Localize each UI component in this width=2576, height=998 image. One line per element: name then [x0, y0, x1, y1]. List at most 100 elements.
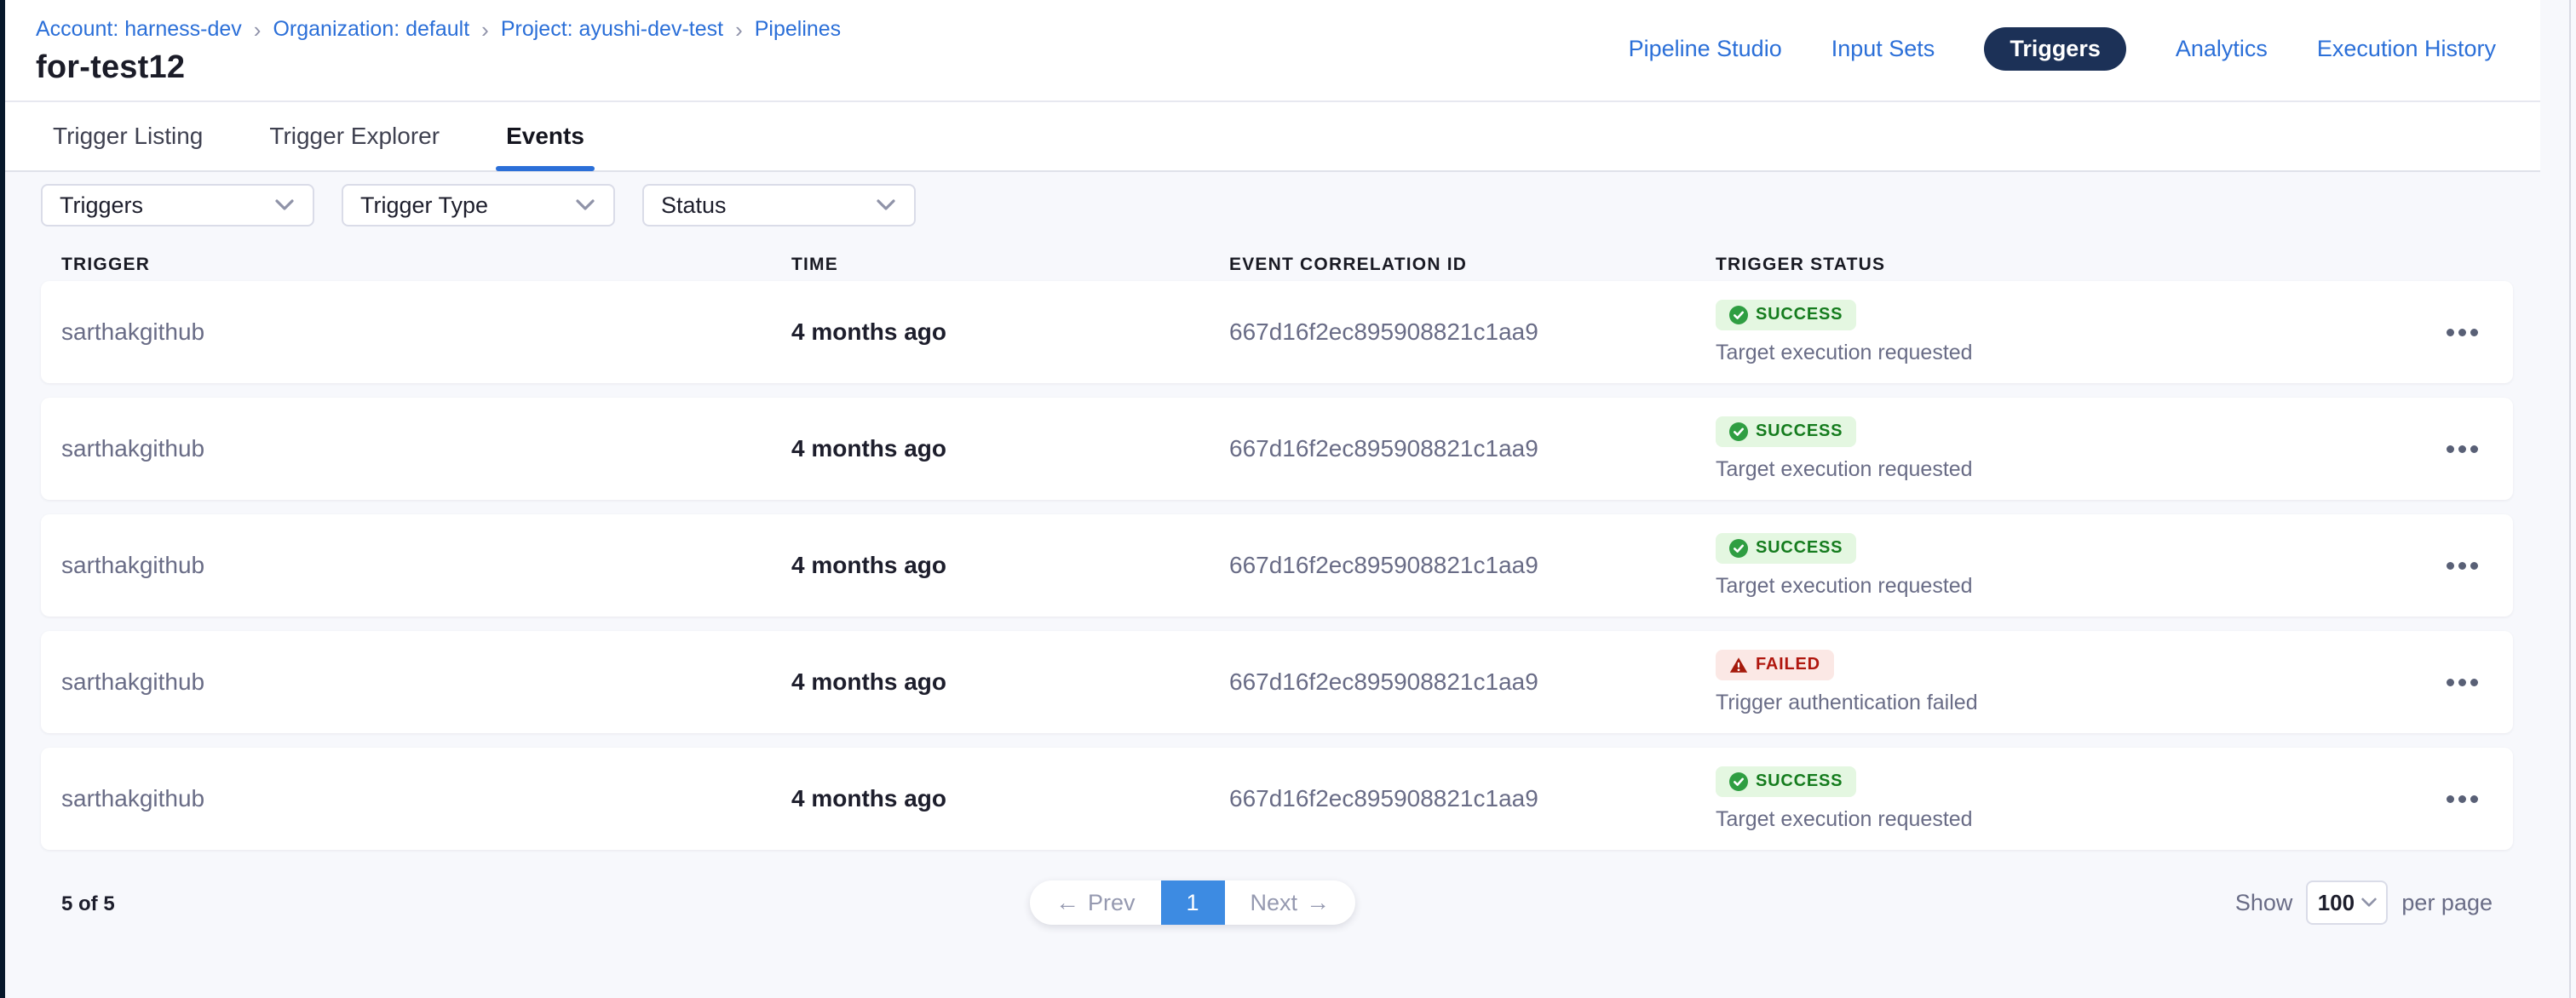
filter-label: Status — [661, 192, 727, 219]
dot — [2470, 329, 2478, 336]
trigger-status-badge: SUCCESS — [1716, 533, 1856, 564]
tab-label: Trigger Listing — [53, 123, 203, 150]
status-message: Trigger authentication failed — [1716, 691, 1978, 715]
row-menu-button[interactable] — [2438, 320, 2487, 345]
check-circle-icon — [1729, 422, 1748, 441]
dot — [2447, 562, 2454, 570]
tab-events[interactable]: Events — [506, 101, 584, 171]
filter-label: Triggers — [60, 192, 143, 219]
trigger-status-badge: SUCCESS — [1716, 300, 1856, 330]
show-label: Show — [2235, 890, 2293, 916]
column-header-trigger: Trigger — [61, 255, 791, 275]
status-message: Target execution requested — [1716, 574, 1973, 599]
next-page-button[interactable]: Next → — [1225, 880, 1356, 925]
event-time: 4 months ago — [791, 668, 1229, 696]
page-size-dropdown[interactable]: 100 — [2306, 880, 2388, 925]
event-time: 4 months ago — [791, 785, 1229, 812]
breadcrumb-organization-link[interactable]: Organization: default — [273, 17, 469, 42]
row-menu-button[interactable] — [2438, 787, 2487, 812]
event-correlation-id: 667d16f2ec895908821c1aa9 — [1229, 785, 1716, 812]
table-row[interactable]: sarthakgithub 4 months ago 667d16f2ec895… — [41, 398, 2513, 500]
table-header-row: Trigger Time Event Correlation Id Trigge… — [41, 249, 2513, 281]
row-menu-button[interactable] — [2438, 553, 2487, 578]
nav-analytics[interactable]: Analytics — [2176, 36, 2268, 62]
nav-execution-history[interactable]: Execution History — [2317, 36, 2496, 62]
nav-input-sets[interactable]: Input Sets — [1831, 36, 1935, 62]
trigger-status-cell: SUCCESS Target execution requested — [1716, 766, 2411, 832]
table-footer: 5 of 5 ← Prev 1 Next → Show 100 — [41, 880, 2513, 928]
page-size-control: Show 100 per page — [2235, 880, 2493, 925]
column-header-time: Time — [791, 255, 1229, 275]
table-row[interactable]: sarthakgithub 4 months ago 667d16f2ec895… — [41, 748, 2513, 850]
breadcrumb-account-link[interactable]: Account: harness-dev — [36, 17, 242, 42]
arrow-left-icon: ← — [1055, 891, 1079, 915]
next-label: Next — [1251, 890, 1298, 916]
collapsed-sidenav-edge — [0, 0, 5, 998]
pagination: ← Prev 1 Next → — [1030, 880, 1355, 925]
nav-triggers[interactable]: Triggers — [1984, 27, 2126, 71]
breadcrumb-pipelines-link[interactable]: Pipelines — [755, 17, 841, 42]
event-time: 4 months ago — [791, 318, 1229, 346]
trigger-status-cell: FAILED Trigger authentication failed — [1716, 650, 2411, 715]
trigger-status-badge: SUCCESS — [1716, 766, 1856, 797]
status-filter-dropdown[interactable]: Status — [642, 184, 916, 227]
per-page-label: per page — [2401, 890, 2493, 916]
row-menu-button[interactable] — [2438, 670, 2487, 695]
trigger-name[interactable]: sarthakgithub — [61, 318, 791, 346]
trigger-name[interactable]: sarthakgithub — [61, 785, 791, 812]
page-size-value: 100 — [2318, 890, 2355, 916]
tab-trigger-explorer[interactable]: Trigger Explorer — [269, 101, 440, 171]
current-page-button[interactable]: 1 — [1161, 880, 1225, 925]
triggers-filter-dropdown[interactable]: Triggers — [41, 184, 314, 227]
filter-label: Trigger Type — [360, 192, 488, 219]
chevron-down-icon — [576, 199, 595, 211]
dot — [2447, 445, 2454, 453]
status-label: FAILED — [1756, 655, 1820, 674]
tab-trigger-listing[interactable]: Trigger Listing — [53, 101, 203, 171]
table-row[interactable]: sarthakgithub 4 months ago 667d16f2ec895… — [41, 631, 2513, 733]
chevron-down-icon — [2361, 898, 2377, 908]
status-message: Target execution requested — [1716, 457, 1973, 482]
dot — [2470, 795, 2478, 803]
tab-bar: Trigger Listing Trigger Explorer Events — [5, 102, 2540, 172]
page-header: Account: harness-dev › Organization: def… — [5, 0, 2540, 102]
event-time: 4 months ago — [791, 552, 1229, 579]
dot — [2458, 562, 2466, 570]
status-label: SUCCESS — [1756, 305, 1843, 324]
chevron-down-icon — [877, 199, 895, 211]
tab-label: Events — [506, 123, 584, 150]
dot — [2458, 445, 2466, 453]
table-row[interactable]: sarthakgithub 4 months ago 667d16f2ec895… — [41, 514, 2513, 617]
dot — [2447, 795, 2454, 803]
prev-page-button[interactable]: ← Prev — [1030, 880, 1161, 925]
row-menu-button[interactable] — [2438, 437, 2487, 462]
trigger-type-filter-dropdown[interactable]: Trigger Type — [342, 184, 615, 227]
dot — [2470, 679, 2478, 686]
status-message: Target execution requested — [1716, 807, 1973, 832]
dot — [2447, 329, 2454, 336]
trigger-status-cell: SUCCESS Target execution requested — [1716, 300, 2411, 365]
trigger-name[interactable]: sarthakgithub — [61, 435, 791, 462]
event-correlation-id: 667d16f2ec895908821c1aa9 — [1229, 668, 1716, 696]
trigger-name[interactable]: sarthakgithub — [61, 552, 791, 579]
warning-triangle-icon — [1729, 657, 1748, 674]
dot — [2447, 679, 2454, 686]
column-header-event-correlation-id: Event Correlation Id — [1229, 255, 1716, 275]
dot — [2458, 329, 2466, 336]
trigger-name[interactable]: sarthakgithub — [61, 668, 791, 696]
arrow-right-icon: → — [1306, 891, 1330, 915]
events-table: Trigger Time Event Correlation Id Trigge… — [41, 249, 2513, 928]
breadcrumb-project-link[interactable]: Project: ayushi-dev-test — [501, 17, 723, 42]
nav-pipeline-studio[interactable]: Pipeline Studio — [1629, 36, 1782, 62]
check-circle-icon — [1729, 772, 1748, 791]
status-label: SUCCESS — [1756, 538, 1843, 558]
status-label: SUCCESS — [1756, 422, 1843, 441]
trigger-status-badge: FAILED — [1716, 650, 1834, 680]
event-time: 4 months ago — [791, 435, 1229, 462]
breadcrumb-separator: › — [254, 17, 262, 41]
chevron-down-icon — [275, 199, 294, 211]
prev-label: Prev — [1088, 890, 1136, 916]
scrollbar-rail[interactable] — [2569, 0, 2571, 998]
table-row[interactable]: sarthakgithub 4 months ago 667d16f2ec895… — [41, 281, 2513, 383]
filters-row: Triggers Trigger Type Status — [41, 184, 2576, 227]
